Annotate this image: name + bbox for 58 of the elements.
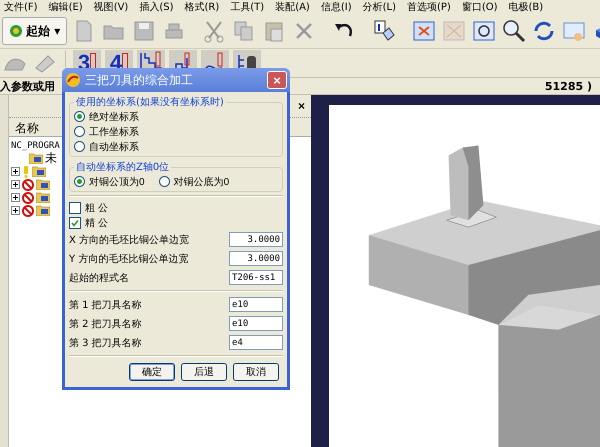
input-field[interactable]: 3.0000 <box>229 251 283 266</box>
no-entry-icon <box>22 192 34 204</box>
menu-item[interactable]: 装配(A) <box>275 0 310 14</box>
radio-option[interactable]: 对铜公底为0 <box>158 174 230 189</box>
dialog-button[interactable]: 后退 <box>181 363 227 381</box>
radio-option[interactable]: 绝对坐标系 <box>74 109 278 124</box>
exclamation-icon <box>22 166 30 178</box>
checkbox-option[interactable]: 粗 公 <box>69 200 108 215</box>
close-button[interactable]: × <box>267 71 287 89</box>
menu-item[interactable]: 电极(B) <box>508 0 544 14</box>
prompt-value: 51285 ) <box>544 80 592 92</box>
input-field[interactable]: e4 <box>229 335 283 350</box>
field-label: 第 2 把刀具名称 <box>69 318 142 330</box>
field-label: 第 3 把刀具名称 <box>69 336 142 350</box>
menu-item[interactable]: 编辑(E) <box>48 0 83 14</box>
field-label: X 方向的毛坯比铜公单边宽 <box>69 234 190 246</box>
start-button[interactable]: 起始 ▾ <box>2 17 68 45</box>
input-field[interactable]: T206-ss1 <box>229 270 283 285</box>
expand-icon[interactable] <box>11 167 20 176</box>
menu-item[interactable]: 信息(I) <box>320 0 352 14</box>
input-field[interactable]: e10 <box>229 316 283 331</box>
no-entry-icon <box>22 204 34 216</box>
tree-item[interactable]: 未 <box>45 150 57 167</box>
folder-icon <box>36 192 50 203</box>
expand-icon[interactable] <box>11 193 20 202</box>
field-label: Y 方向的毛坯比铜公单边宽 <box>69 252 188 266</box>
radio-option[interactable]: 对铜公顶为0 <box>74 174 145 189</box>
close-button[interactable]: × <box>298 99 305 113</box>
menu-item[interactable]: 视图(V) <box>94 0 128 14</box>
folder-icon <box>36 179 50 190</box>
input-field[interactable]: 3.0000 <box>229 232 283 247</box>
dialog-button[interactable]: 确定 <box>129 363 175 381</box>
menu-item[interactable]: 首选项(P) <box>406 0 451 14</box>
checkbox-option[interactable]: 精 公 <box>69 215 108 230</box>
menu-item[interactable]: 分析(L) <box>362 0 396 14</box>
folder-icon <box>32 166 46 177</box>
menu-item[interactable]: 文件(F) <box>4 0 38 14</box>
dialog-button[interactable]: 取消 <box>233 363 279 381</box>
menu-item[interactable]: 插入(S) <box>139 0 174 14</box>
prompt-text: 入参数或用 <box>0 78 55 94</box>
menu-item[interactable]: 格式(R) <box>184 0 220 14</box>
field-label: 第 1 把刀具名称 <box>69 298 142 312</box>
field-label: 起始的程式名 <box>69 272 129 284</box>
start-icon <box>9 24 23 38</box>
radio-option[interactable]: 工作坐标系 <box>74 124 278 139</box>
app-icon <box>65 72 81 88</box>
input-field[interactable]: e10 <box>229 297 283 312</box>
zoom-icon[interactable] <box>501 18 528 44</box>
radio-option[interactable]: 自动坐标系 <box>74 139 278 154</box>
folder-icon <box>29 153 43 164</box>
menu-item[interactable]: 窗口(O) <box>462 0 498 14</box>
group-title: 自动坐标系的Z轴0位 <box>75 160 170 174</box>
folder-icon <box>36 205 50 216</box>
group-title: 使用的坐标系(如果没有坐标系时) <box>75 96 225 109</box>
menu-item[interactable]: 工具(T) <box>230 0 264 14</box>
no-entry-icon <box>22 178 34 190</box>
expand-icon[interactable] <box>11 180 20 189</box>
expand-icon[interactable] <box>11 206 20 215</box>
